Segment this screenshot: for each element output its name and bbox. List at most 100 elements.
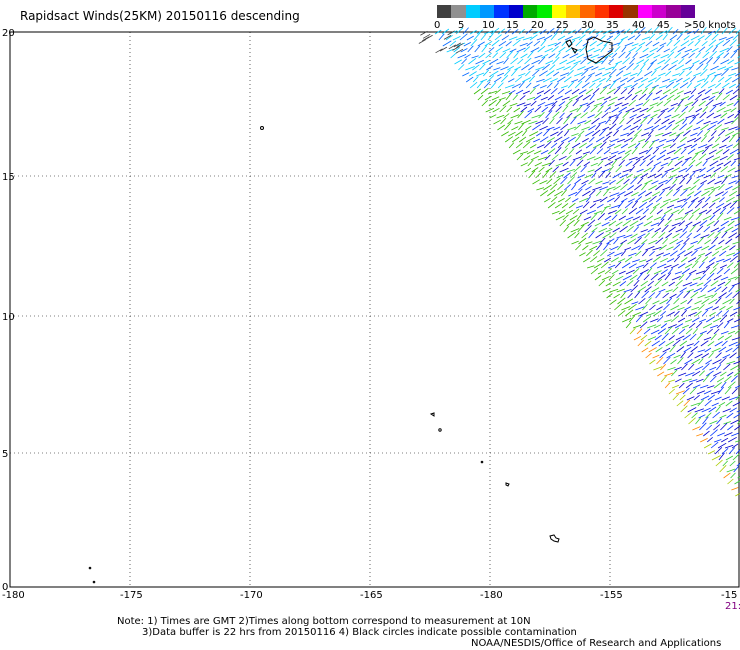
wind-barb — [674, 104, 681, 113]
wind-barb — [546, 82, 553, 89]
wind-barb — [627, 87, 635, 95]
wind-barb — [543, 34, 553, 41]
wind-barb — [655, 183, 664, 191]
wind-barb — [638, 190, 647, 197]
wind-barb — [560, 123, 569, 131]
wind-barb — [564, 142, 571, 149]
wind-barb — [688, 322, 696, 329]
wind-barb — [588, 178, 596, 185]
wind-barb — [702, 416, 709, 425]
wind-barb — [652, 354, 660, 359]
wind-barb — [517, 110, 524, 119]
wind-barb — [705, 412, 712, 419]
wind-barb — [687, 191, 695, 197]
wind-barb — [700, 135, 708, 143]
wind-barb — [616, 124, 623, 131]
wind-barb — [555, 52, 561, 59]
colorbar-swatch — [451, 5, 466, 18]
x-tick-label: -165 — [360, 590, 383, 601]
wind-barb — [666, 139, 675, 143]
wind-barb — [592, 129, 601, 137]
wind-barb — [674, 160, 683, 167]
wind-barb — [682, 225, 689, 233]
wind-barb — [676, 33, 683, 41]
wind-barb — [553, 177, 561, 185]
wind-barb — [546, 126, 555, 131]
wind-barb — [705, 306, 713, 311]
wind-barb — [652, 41, 660, 47]
wind-barb — [511, 136, 520, 143]
wind-barb — [649, 47, 658, 53]
wind-barb — [561, 147, 568, 155]
wind-barb — [491, 96, 500, 101]
wind-barb — [713, 424, 721, 431]
wind-barb — [680, 96, 690, 101]
wind-barb — [467, 45, 474, 53]
wind-barb — [610, 257, 619, 263]
wind-barb — [552, 56, 560, 65]
wind-barb — [698, 304, 705, 311]
wind-barb — [605, 281, 612, 287]
wind-barb — [685, 221, 693, 227]
wind-barb — [564, 184, 571, 191]
wind-barb — [718, 239, 725, 245]
wind-barb — [574, 135, 582, 143]
wind-barb — [628, 198, 635, 203]
wind-barb — [505, 41, 512, 47]
wind-barb — [659, 138, 667, 143]
wind-barb — [661, 171, 668, 179]
wind-barb — [493, 119, 501, 125]
wind-barb — [692, 328, 699, 335]
wind-barb — [422, 36, 430, 42]
wind-barb — [655, 196, 663, 203]
wind-barb — [534, 162, 542, 167]
wind-barb — [602, 83, 611, 89]
wind-barb — [705, 359, 713, 365]
wind-barb — [668, 120, 675, 125]
wind-speed-colorbar — [437, 5, 695, 18]
wind-barb — [660, 310, 666, 317]
wind-barb — [656, 154, 666, 161]
wind-barb — [512, 39, 521, 47]
wind-barb — [589, 40, 597, 47]
wind-barb — [565, 99, 573, 107]
wind-barb — [649, 359, 656, 365]
wind-barb — [674, 310, 680, 317]
wind-barb — [652, 147, 660, 155]
wind-barb — [588, 82, 596, 89]
wind-barb — [633, 279, 640, 287]
wind-barb — [702, 309, 709, 317]
wind-barb — [632, 324, 642, 329]
wind-barb — [695, 417, 702, 425]
x-tick-label: -170 — [240, 590, 263, 601]
wind-barb — [662, 89, 671, 95]
wind-barb — [486, 65, 493, 71]
wind-barb — [708, 244, 716, 251]
wind-barb — [549, 171, 557, 179]
wind-barb — [706, 370, 714, 377]
wind-barb — [573, 165, 582, 173]
wind-barb — [732, 453, 740, 461]
wind-barb — [620, 197, 628, 203]
wind-barb — [614, 261, 622, 269]
wind-barb — [529, 87, 536, 95]
wind-barb — [663, 99, 672, 107]
wind-barb — [616, 70, 624, 77]
wind-barb — [731, 443, 739, 449]
wind-barb — [581, 232, 588, 239]
wind-barb — [732, 34, 739, 41]
wind-barb — [686, 396, 695, 401]
wind-barb — [528, 75, 536, 83]
wind-barb — [719, 264, 727, 269]
wind-barb — [655, 89, 663, 95]
wind-barb — [625, 309, 634, 317]
y-tick-label: 10 — [2, 312, 15, 323]
wind-barb — [717, 118, 725, 125]
wind-barb — [727, 59, 735, 65]
wind-barb — [683, 237, 690, 245]
wind-barb — [714, 396, 722, 401]
wind-barb — [558, 198, 565, 203]
wind-barb — [614, 303, 622, 311]
wind-barb — [714, 136, 721, 143]
wind-barb — [626, 173, 633, 179]
